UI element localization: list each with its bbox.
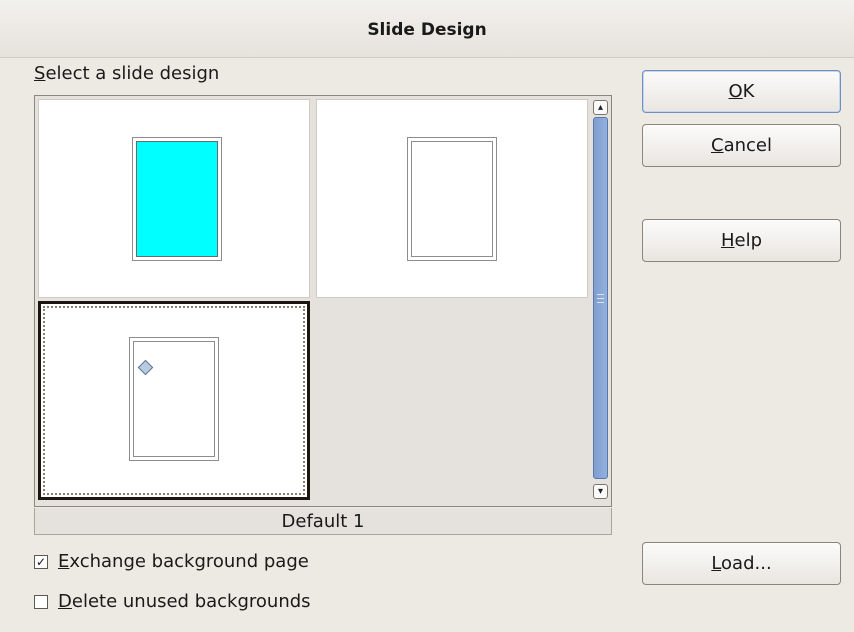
design-preview-default-1-inner: [133, 341, 215, 457]
gallery-scrollbar[interactable]: ▴ ▾: [591, 98, 610, 502]
help-button[interactable]: Help: [642, 219, 841, 262]
cancel-button[interactable]: Cancel: [642, 124, 841, 167]
delete-unused-checkbox[interactable]: [34, 594, 48, 609]
dialog-title: Slide Design: [367, 20, 487, 40]
scroll-thumb[interactable]: [593, 117, 608, 479]
delete-unused-accel: D: [58, 591, 72, 612]
design-preview-cyan-fill: [136, 141, 218, 257]
delete-unused-label[interactable]: Delete unused backgrounds: [58, 591, 311, 612]
exchange-background-checkbox[interactable]: ✓: [34, 554, 48, 569]
load-text: oad...: [721, 553, 772, 574]
gallery-label-accel: S: [34, 63, 46, 84]
exchange-background-option[interactable]: ✓ Exchange background page: [34, 551, 309, 572]
load-accel: L: [711, 553, 722, 574]
delete-unused-option[interactable]: Delete unused backgrounds: [34, 591, 311, 612]
cancel-accel: C: [711, 135, 724, 156]
ok-text: K: [742, 81, 755, 102]
design-tile-blank[interactable]: [316, 99, 588, 298]
scroll-up-button[interactable]: ▴: [593, 100, 608, 115]
design-tile-cyan[interactable]: [38, 99, 310, 298]
design-preview-cyan: [132, 137, 222, 261]
scroll-down-button[interactable]: ▾: [593, 484, 608, 499]
exchange-background-text: xchange background page: [69, 551, 309, 572]
load-button[interactable]: Load...: [642, 542, 841, 585]
exchange-background-accel: E: [58, 551, 70, 572]
design-preview-blank: [407, 137, 497, 261]
help-text: elp: [734, 230, 763, 251]
design-tile-default-1[interactable]: [38, 301, 310, 500]
design-preview-default-1: [129, 337, 219, 461]
grip-icon: [597, 294, 604, 303]
gallery-label-text: elect a slide design: [45, 63, 220, 84]
exchange-background-label[interactable]: Exchange background page: [58, 551, 309, 572]
dialog-titlebar: Slide Design: [0, 0, 854, 58]
gallery-label: Select a slide design: [34, 63, 219, 84]
cancel-text: ancel: [723, 135, 772, 156]
delete-unused-text: elete unused backgrounds: [71, 591, 311, 612]
help-accel: H: [720, 230, 735, 251]
ok-button[interactable]: OK: [642, 70, 841, 113]
design-preview-blank-inner: [411, 141, 493, 257]
design-gallery[interactable]: [34, 95, 612, 507]
ok-accel: O: [728, 81, 743, 102]
selected-design-caption: Default 1: [34, 508, 612, 535]
